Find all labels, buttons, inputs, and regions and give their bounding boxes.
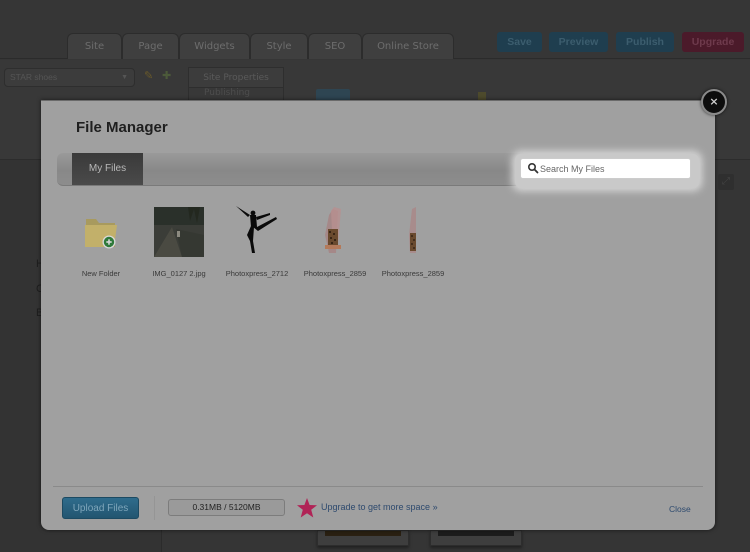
tab-style[interactable]: Style (250, 33, 308, 59)
file-name: Photoxpress_2712 (225, 269, 289, 278)
search-field[interactable] (520, 158, 691, 179)
save-button[interactable]: Save (497, 32, 542, 52)
footer-divider (53, 486, 703, 487)
file-name: New Folder (81, 269, 121, 278)
file-item[interactable]: Photoxpress_2859 (376, 205, 450, 278)
file-name: Photoxpress_2859 (381, 269, 445, 278)
site-properties-tab[interactable]: Site Properties (188, 67, 284, 88)
tab-my-files[interactable]: My Files (72, 153, 143, 185)
storage-usage: 0.31MB / 5120MB (168, 499, 285, 516)
site-select[interactable]: STAR shoes ▼ (4, 68, 135, 87)
file-name: IMG_0127 2.jpg (152, 269, 206, 278)
preview-button[interactable]: Preview (549, 32, 608, 52)
site-select-value: STAR shoes (10, 72, 58, 82)
photo-thumbnail (154, 207, 204, 257)
upload-files-button[interactable]: Upload Files (62, 497, 139, 519)
tab-online-store[interactable]: Online Store (362, 33, 454, 59)
tab-page[interactable]: Page (122, 33, 179, 59)
close-link[interactable]: Close (669, 504, 691, 514)
file-name: Photoxpress_2859 (303, 269, 367, 278)
chevron-down-icon: ▼ (121, 74, 128, 81)
upgrade-button[interactable]: Upgrade (682, 32, 744, 52)
publish-button[interactable]: Publish (616, 32, 674, 52)
expand-icon[interactable]: ⤢ (718, 174, 734, 190)
background-thumbnail (317, 530, 409, 546)
shoes-thumbnail (409, 207, 416, 253)
file-item[interactable]: IMG_0127 2.jpg (142, 205, 216, 278)
modal-title: File Manager (76, 119, 168, 136)
tab-widgets[interactable]: Widgets (179, 33, 250, 59)
file-manager-modal: File Manager My Files New Folder (41, 100, 715, 530)
tab-site[interactable]: Site (67, 33, 122, 59)
close-icon[interactable]: × (701, 89, 727, 115)
file-item-new-folder[interactable]: New Folder (64, 205, 138, 278)
file-item[interactable]: Photoxpress_2712 (220, 205, 294, 278)
dancer-thumbnail (236, 206, 277, 253)
new-folder-icon (85, 219, 117, 249)
file-item[interactable]: Photoxpress_2859 (298, 205, 372, 278)
shoes-thumbnail (325, 207, 341, 253)
search-icon (527, 162, 539, 174)
background-thumbnail (430, 530, 522, 546)
plus-icon[interactable]: ✚ (162, 69, 171, 82)
upgrade-space-link[interactable]: Upgrade to get more space » (321, 502, 438, 512)
footer-separator (154, 496, 155, 520)
search-input[interactable] (540, 161, 685, 176)
star-icon (297, 498, 317, 518)
tab-seo[interactable]: SEO (308, 33, 362, 59)
pencil-icon[interactable]: ✎ (144, 69, 153, 82)
